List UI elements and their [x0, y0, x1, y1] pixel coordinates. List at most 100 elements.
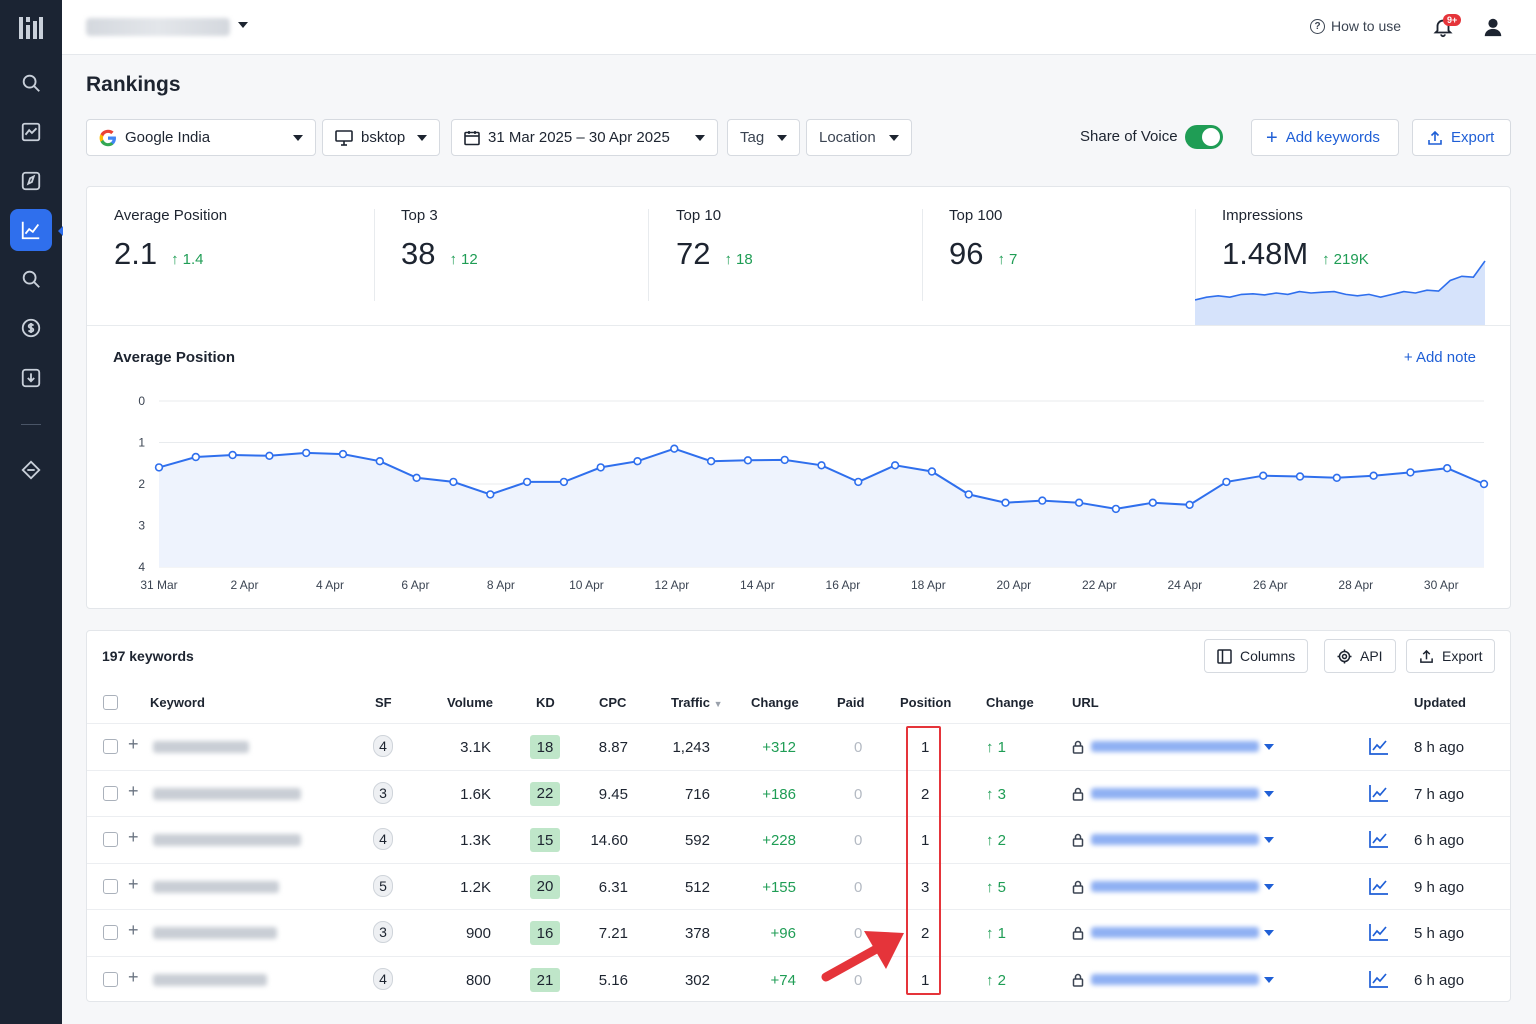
expand-icon[interactable]: + — [128, 734, 139, 755]
date-range-select[interactable]: 31 Mar 2025 – 30 Apr 2025 — [451, 119, 718, 156]
expand-icon[interactable]: + — [128, 920, 139, 941]
data-point[interactable] — [1222, 477, 1231, 487]
data-point[interactable] — [854, 477, 863, 487]
sidebar-item-audit[interactable] — [10, 160, 52, 202]
sidebar-item-reports[interactable] — [10, 357, 52, 399]
tag-select[interactable]: Tag — [727, 119, 800, 156]
expand-icon[interactable]: + — [128, 967, 139, 988]
data-point[interactable] — [1295, 472, 1305, 481]
data-point[interactable] — [1406, 468, 1415, 477]
col-paid[interactable]: Paid — [837, 695, 864, 710]
col-position-change[interactable]: Change — [986, 695, 1034, 710]
row-checkbox[interactable] — [103, 739, 118, 754]
add-note-button[interactable]: + Add note — [1404, 349, 1476, 366]
data-point[interactable] — [780, 455, 789, 465]
col-change[interactable]: Change — [751, 695, 799, 710]
ranking-url-link[interactable] — [1091, 927, 1259, 939]
columns-button[interactable]: Columns — [1204, 639, 1309, 673]
data-point[interactable] — [1369, 471, 1378, 480]
data-point[interactable] — [596, 463, 605, 472]
table-row[interactable]: +4 800 21 5.16 302 +74 0 1 ↑ 26 h ago — [87, 956, 1510, 1002]
table-row[interactable]: +4 1.3K 15 14.60 592 +228 0 1 ↑ 26 h ago — [87, 816, 1510, 862]
row-checkbox[interactable] — [103, 832, 118, 848]
trend-chart-icon[interactable] — [1369, 970, 1389, 988]
col-keyword[interactable]: Keyword — [150, 695, 205, 710]
data-point[interactable] — [1332, 473, 1342, 483]
table-export-button[interactable]: Export — [1406, 639, 1496, 673]
data-point[interactable] — [964, 490, 973, 499]
ranking-url-link[interactable] — [1091, 880, 1259, 892]
data-point[interactable] — [1038, 496, 1047, 505]
how-to-use-link[interactable]: ? How to use — [1310, 18, 1401, 34]
ranking-url-link[interactable] — [1091, 974, 1259, 985]
device-select[interactable]: bsktop — [322, 119, 440, 156]
table-row[interactable]: +5 1.2K 20 6.31 512 +155 0 3 ↑ 59 h ago — [87, 862, 1510, 909]
trend-chart-icon[interactable] — [1369, 830, 1389, 849]
data-point[interactable] — [191, 452, 201, 462]
trend-chart-icon[interactable] — [1369, 784, 1389, 802]
data-point[interactable] — [338, 449, 348, 459]
chevron-down-icon[interactable] — [1264, 837, 1274, 844]
data-point[interactable] — [1185, 500, 1194, 510]
col-kd[interactable]: KD — [536, 695, 555, 710]
sidebar-item-settings[interactable] — [10, 449, 52, 491]
data-point[interactable] — [265, 451, 274, 461]
chevron-down-icon[interactable] — [238, 22, 248, 28]
col-cpc[interactable]: CPC — [599, 695, 626, 710]
keyword-text[interactable] — [153, 880, 279, 893]
data-point[interactable] — [1074, 498, 1084, 507]
data-point[interactable] — [1442, 463, 1452, 473]
keyword-text[interactable] — [153, 834, 301, 847]
keyword-text[interactable] — [153, 974, 267, 986]
data-point[interactable] — [486, 490, 495, 499]
row-checkbox[interactable] — [103, 785, 118, 801]
api-button[interactable]: API — [1324, 639, 1396, 673]
ranking-url-link[interactable] — [1091, 741, 1259, 752]
row-checkbox[interactable] — [103, 878, 118, 894]
chevron-down-icon[interactable] — [1264, 930, 1274, 937]
expand-icon[interactable]: + — [128, 827, 139, 848]
expand-icon[interactable]: + — [128, 781, 139, 802]
keyword-text[interactable] — [153, 787, 301, 800]
data-point[interactable] — [302, 448, 311, 458]
table-row[interactable]: +3 900 16 7.21 378 +96 0 2 ↑ 15 h ago — [87, 909, 1510, 955]
sidebar-item-dashboard[interactable] — [10, 111, 52, 153]
add-keywords-button[interactable]: + Add keywords — [1251, 119, 1399, 156]
data-point[interactable] — [1479, 479, 1489, 489]
col-volume[interactable]: Volume — [447, 695, 493, 710]
select-all-checkbox[interactable] — [103, 695, 118, 710]
data-point[interactable] — [154, 463, 164, 472]
col-url[interactable]: URL — [1072, 695, 1099, 710]
ranking-url-link[interactable] — [1091, 834, 1259, 846]
col-sf[interactable]: SF — [375, 695, 392, 710]
data-point[interactable] — [559, 477, 569, 487]
data-point[interactable] — [412, 473, 421, 483]
col-position[interactable]: Position — [900, 695, 951, 710]
data-point[interactable] — [228, 450, 237, 460]
col-updated[interactable]: Updated — [1414, 695, 1466, 710]
trend-chart-icon[interactable] — [1369, 737, 1389, 755]
sidebar-item-rankings[interactable] — [10, 209, 52, 251]
keyword-text[interactable] — [153, 927, 277, 940]
table-row[interactable]: +3 1.6K 22 9.45 716 +186 0 2 ↑ 37 h ago — [87, 769, 1510, 816]
sidebar-item-search[interactable] — [10, 62, 52, 104]
data-point[interactable] — [1001, 498, 1010, 507]
data-point[interactable] — [1148, 498, 1158, 507]
ranking-url-link[interactable] — [1091, 787, 1259, 799]
location-select[interactable]: Location — [806, 119, 912, 156]
chevron-down-icon[interactable] — [1264, 744, 1274, 750]
data-point[interactable] — [375, 456, 384, 466]
data-point[interactable] — [449, 477, 458, 487]
data-point[interactable] — [743, 456, 753, 465]
row-checkbox[interactable] — [103, 972, 118, 987]
trend-chart-icon[interactable] — [1369, 923, 1389, 942]
sidebar-item-research[interactable] — [10, 258, 52, 300]
logo-icon[interactable] — [19, 17, 43, 39]
chevron-down-icon[interactable] — [1264, 790, 1274, 797]
table-row[interactable]: +4 3.1K 18 8.87 1,243 +312 0 1 ↑ 1 8 h ago — [87, 723, 1510, 769]
data-point[interactable] — [817, 461, 826, 470]
col-traffic[interactable]: Traffic ▼ — [671, 695, 723, 710]
chevron-down-icon[interactable] — [1264, 977, 1274, 983]
export-button[interactable]: Export — [1412, 119, 1511, 156]
data-point[interactable] — [1258, 471, 1268, 480]
